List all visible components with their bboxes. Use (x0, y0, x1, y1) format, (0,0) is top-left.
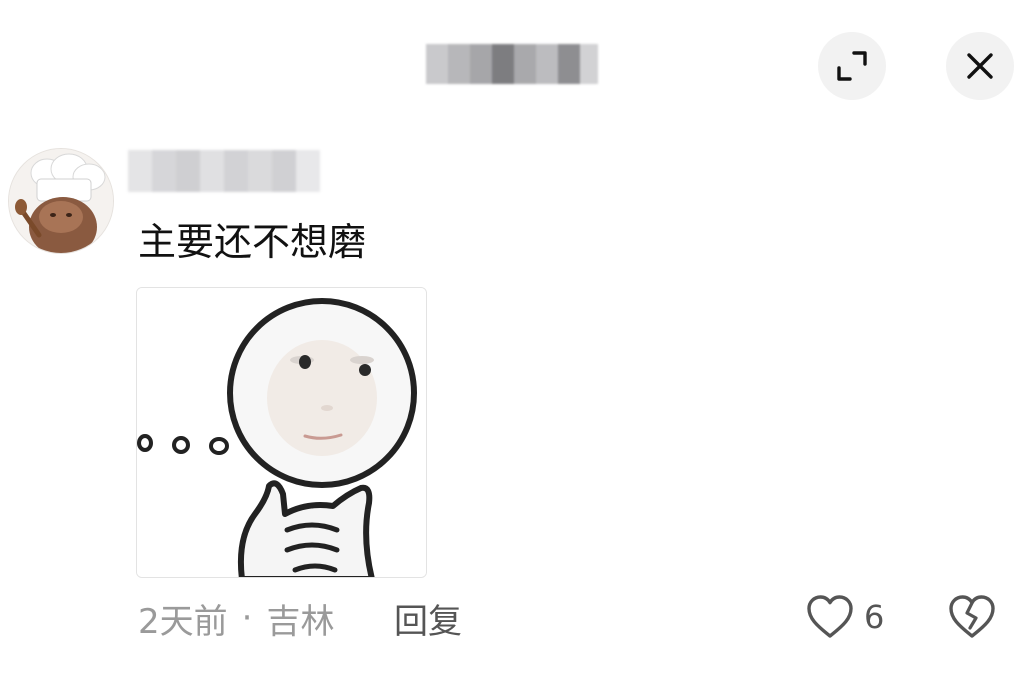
dialog-title-blurred (426, 44, 598, 84)
sticker-image[interactable] (136, 287, 427, 578)
like-button[interactable]: 6 (806, 592, 884, 642)
close-button[interactable] (946, 32, 1014, 100)
meta-separator: · (241, 598, 253, 638)
comment-time: 2天前 (138, 601, 228, 642)
comment-location: 吉林 (266, 601, 335, 642)
comment-text: 主要还不想磨 (138, 220, 367, 264)
avatar[interactable] (8, 148, 114, 254)
close-icon (967, 53, 993, 79)
expand-icon (837, 51, 867, 81)
reply-button[interactable]: 回复 (394, 596, 462, 642)
expand-button[interactable] (818, 32, 886, 100)
username-blurred[interactable] (128, 150, 320, 192)
like-count: 6 (864, 598, 885, 636)
dislike-button[interactable] (946, 592, 998, 642)
comment-meta: 2天前 · 吉林 (138, 596, 335, 642)
heart-icon (807, 595, 853, 638)
broken-heart-icon (949, 595, 995, 638)
